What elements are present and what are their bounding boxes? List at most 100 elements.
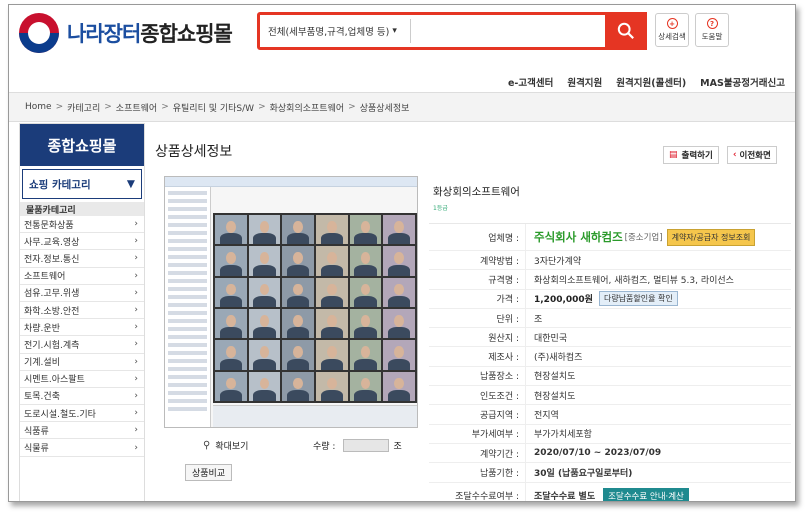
vendor-name[interactable]: 주식회사 새하컴즈 <box>534 229 623 245</box>
product-detail-table: 업체명 : 주식회사 새하컴즈 [중소기업] 계약자/공급자 정보조회 계약방법… <box>429 223 791 501</box>
contract-period: 2020/07/10 ~ 2023/07/09 <box>525 443 661 463</box>
prev-label: 이전화면 <box>739 151 771 161</box>
detail-row-price: 가격 : 1,200,000원 다량납품할인율 확인 <box>429 289 791 309</box>
sidebar-item[interactable]: 전통문화상품 › <box>20 216 144 234</box>
detail-row-deadline: 납품기한 : 30일 (납품요구일로부터) <box>429 463 791 483</box>
shopping-category-label: 쇼핑 카테고리 <box>29 178 91 191</box>
vendor-key: 업체명 : <box>488 233 519 244</box>
taegeuk-logo-icon <box>19 13 59 53</box>
previous-screen-button[interactable]: ‹ 이전화면 <box>727 146 777 164</box>
video-tile <box>248 215 281 245</box>
detail-row-period: 계약기간 : 2020/07/10 ~ 2023/07/09 <box>429 443 791 464</box>
logo-text-naraj: 나라장터 <box>67 22 141 46</box>
delivery-deadline: 30일 (납품요구일로부터) <box>525 463 632 482</box>
chevron-right-icon: › <box>134 322 138 333</box>
video-grid <box>213 213 417 403</box>
detail-row: 납품장소 : 현장설치도 <box>429 366 791 387</box>
detail-row-vendor: 업체명 : 주식회사 새하컴즈 [중소기업] 계약자/공급자 정보조회 <box>429 224 791 251</box>
chevron-left-icon: ‹ <box>733 150 737 160</box>
browser-frame: 나라장터종합쇼핑몰 전체(세부품명,규격,업체명 등) ▾ + 상세검색 ? 도… <box>8 4 796 502</box>
sidebar-item[interactable]: 소프트웨어 › <box>20 268 144 285</box>
print-button[interactable]: ▤ 출력하기 <box>663 146 719 164</box>
sidebar-item[interactable]: 도로시설.철도.기타 › <box>20 405 144 423</box>
sidebar-item[interactable]: 차량.운반 › <box>20 319 144 337</box>
detail-row: 규격명 : 화상회의소프트웨어, 새하컴즈, 멀티뷰 5.3, 라이선스 <box>429 270 791 290</box>
video-tile <box>349 340 382 370</box>
detail-row-region: 공급지역 : 전지역 <box>429 405 791 425</box>
topnav-e-center[interactable]: e-고객센터 <box>508 75 553 89</box>
breadcrumb-utility[interactable]: 유틸리티 및 기타S/W <box>173 101 254 114</box>
search-category-select[interactable]: 전체(세부품명,규격,업체명 등) ▾ <box>260 24 410 38</box>
quantity-unit: 조 <box>393 442 402 452</box>
detail-row-fee: 조달수수료여부 : 조달수수료 별도 조달수수료 안내·계산 <box>429 482 791 501</box>
search-button[interactable] <box>605 12 647 50</box>
breadcrumb: Home > 카테고리 > 소프트웨어 > 유틸리티 및 기타S/W > 화상회의소프트… <box>9 92 795 122</box>
search-icon <box>617 22 634 39</box>
region-link[interactable]: 전지역 <box>525 405 559 424</box>
sidebar-item[interactable]: 화학.소방.안전 › <box>20 302 144 320</box>
detail-row: 계약방법 : 3자단가계약 <box>429 251 791 271</box>
video-tile <box>315 215 348 245</box>
help-button[interactable]: ? 도움말 <box>695 13 729 47</box>
breadcrumb-home[interactable]: Home <box>25 102 52 112</box>
chevron-right-icon: › <box>134 390 138 401</box>
video-tile <box>215 309 247 339</box>
logo-text-mall: 종합쇼핑몰 <box>140 22 233 46</box>
sidebar-item[interactable]: 토목.건축 › <box>20 388 144 406</box>
topnav-remote[interactable]: 원격지원 <box>567 75 602 89</box>
fee-calc-button[interactable]: 조달수수료 안내·계산 <box>603 487 689 501</box>
video-tile <box>383 215 415 245</box>
search-category-label: 전체(세부품명,규격,업체명 등) <box>268 27 390 38</box>
print-label: 출력하기 <box>681 151 713 161</box>
video-tile <box>349 215 382 245</box>
video-tile <box>383 246 415 276</box>
zoom-label: 확대보기 <box>215 442 249 452</box>
topnav-report[interactable]: MAS불공정거래신고 <box>700 75 785 89</box>
sidebar-item[interactable]: 섬유.고무.위생 › <box>20 285 144 302</box>
video-tile <box>248 340 281 370</box>
compare-button[interactable]: 상품비교 <box>185 464 233 481</box>
video-tile <box>248 277 281 307</box>
vat-link[interactable]: 부가가치세포함 <box>525 424 592 443</box>
video-tile <box>315 246 348 276</box>
video-tile <box>248 309 281 339</box>
chevron-right-icon: › <box>134 270 138 281</box>
grade-badge: 1등급 <box>433 205 448 212</box>
breadcrumb-category[interactable]: 카테고리 <box>67 101 100 114</box>
video-tile <box>349 371 382 401</box>
vendor-info-button[interactable]: 계약자/공급자 정보조회 <box>666 228 756 246</box>
sidebar-item[interactable]: 사무.교육.영상 › <box>20 233 144 251</box>
video-tile <box>282 215 314 245</box>
page-title: 상품상세정보 <box>155 144 233 160</box>
video-tile <box>282 246 314 276</box>
sidebar-item[interactable]: 식물류 › <box>20 439 144 457</box>
video-tile <box>383 309 415 339</box>
video-tile <box>215 277 247 307</box>
sidebar-item[interactable]: 식품류 › <box>20 422 144 440</box>
top-nav: e-고객센터 원격지원 원격지원(콜센터) MAS불공정거래신고 <box>508 75 785 89</box>
bulk-discount-button[interactable]: 다량납품할인율 확인 <box>598 291 678 307</box>
video-tile <box>215 340 247 370</box>
shopping-category-button[interactable]: 쇼핑 카테고리 ▼ <box>22 169 142 199</box>
zoom-button[interactable]: ⚲ 확대보기 <box>203 439 248 452</box>
sidebar-item[interactable]: 시멘트.아스팔트 › <box>20 371 144 388</box>
detail-row: 원산지 : 대한민국 <box>429 328 791 348</box>
breadcrumb-video-conf[interactable]: 화상회의소프트웨어 <box>270 101 345 114</box>
sidebar-item[interactable]: 전자.정보.통신 › <box>20 250 144 268</box>
site-logo[interactable]: 나라장터종합쇼핑몰 <box>19 13 233 53</box>
search-input[interactable] <box>410 19 605 43</box>
chevron-right-icon: › <box>134 305 138 316</box>
breadcrumb-software[interactable]: 소프트웨어 <box>116 101 157 114</box>
price-key: 가격 : <box>496 295 519 306</box>
sidebar-title[interactable]: 종합쇼핑몰 <box>20 124 144 166</box>
sidebar-item[interactable]: 기계.설비 › <box>20 354 144 371</box>
breadcrumb-current: 상품상세정보 <box>359 103 410 114</box>
topnav-remote-call[interactable]: 원격지원(콜센터) <box>616 75 686 89</box>
quantity-input[interactable] <box>343 439 390 452</box>
detail-search-button[interactable]: + 상세검색 <box>655 13 689 47</box>
product-image[interactable] <box>164 176 418 428</box>
price-value: 1,200,000원 <box>534 295 593 306</box>
sidebar-item[interactable]: 전기.시험.계측 › <box>20 336 144 354</box>
video-tile <box>215 215 247 245</box>
caret-down-icon: ▼ <box>126 178 135 190</box>
